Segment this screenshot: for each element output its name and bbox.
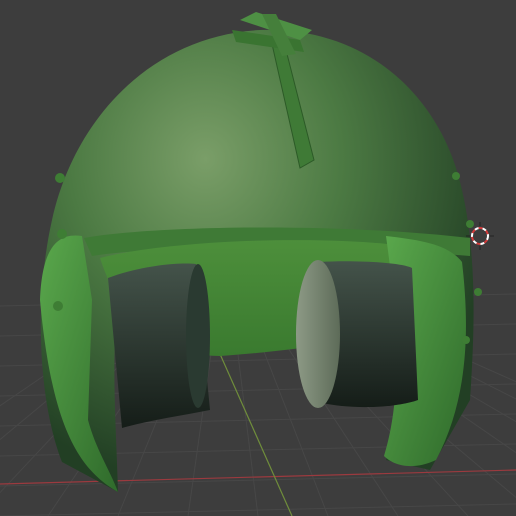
- right-earcup[interactable]: [296, 260, 418, 408]
- right-earcup-face: [296, 260, 340, 408]
- 3d-viewport[interactable]: [0, 0, 516, 516]
- left-earcup[interactable]: [108, 263, 210, 428]
- viewport-scene[interactable]: [0, 0, 516, 516]
